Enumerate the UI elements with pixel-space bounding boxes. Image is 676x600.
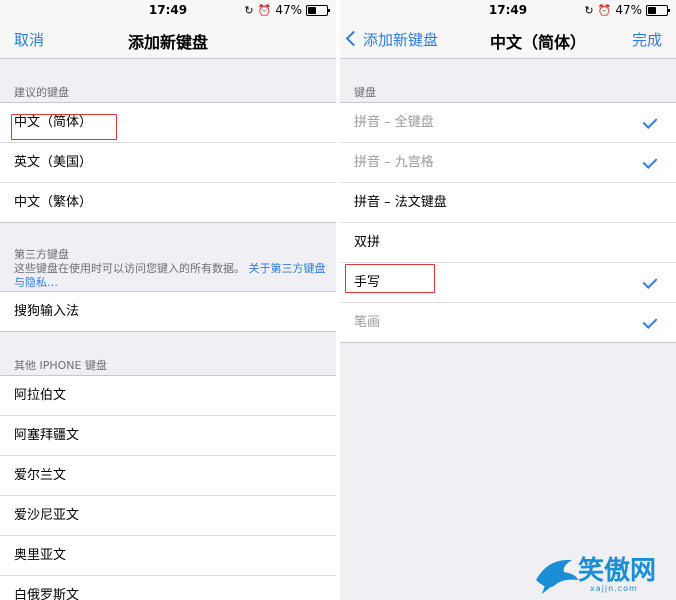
- checkmark-icon: [642, 274, 658, 289]
- checkmark-icon: [642, 314, 658, 329]
- checkmark-icon: [642, 114, 658, 129]
- third-party-keyboards-list: 搜狗输入法: [0, 291, 336, 332]
- chevron-left-icon: [345, 30, 362, 47]
- keyboard-item-english-us[interactable]: 英文（美国）: [0, 143, 336, 183]
- keyboard-layouts-list: 拼音 – 全键盘 拼音 – 九宫格 拼音 – 法文键盘 双拼 手写 笔画: [340, 102, 676, 343]
- keyboard-item-azerbaijani[interactable]: 阿塞拜疆文: [0, 416, 336, 456]
- add-keyboard-screen: 17:49 ↻ ⏰ 47% 取消 添加新键盘 建议的键盘 中文（简体） 英文（美…: [0, 0, 336, 600]
- battery-icon: [646, 4, 670, 16]
- keyboard-item-sogou[interactable]: 搜狗输入法: [0, 292, 336, 331]
- layout-item-stroke[interactable]: 笔画: [340, 303, 676, 342]
- battery-percent: 47%: [615, 3, 642, 17]
- keyboard-item-chinese-traditional[interactable]: 中文（繁体）: [0, 183, 336, 222]
- nav-bar: 取消 添加新键盘: [0, 20, 336, 59]
- keyboard-item-arabic[interactable]: 阿拉伯文: [0, 376, 336, 416]
- section-header-keyboards: 键盘: [354, 86, 376, 99]
- page-title: 中文（简体）: [489, 33, 586, 52]
- layout-item-pinyin-10key[interactable]: 拼音 – 九宫格: [340, 143, 676, 183]
- layout-item-shuangpin[interactable]: 双拼: [340, 223, 676, 263]
- section-header-third-party: 第三方键盘 这些键盘在使用时可以访问您键入的所有数据。 关于第三方键盘与隐私…: [14, 248, 326, 289]
- checkmark-icon: [642, 154, 658, 169]
- page-title: 添加新键盘: [127, 33, 208, 52]
- alarm-icon: ⏰: [597, 3, 612, 17]
- layout-item-pinyin-azerty[interactable]: 拼音 – 法文键盘: [340, 183, 676, 223]
- keyboard-item-estonian[interactable]: 爱沙尼亚文: [0, 496, 336, 536]
- rotation-lock-icon: ↻: [584, 3, 594, 17]
- highlight-box: [345, 264, 435, 293]
- watermark-logo: 笑傲网 xajjn.com: [532, 550, 672, 596]
- other-keyboards-list: 阿拉伯文 阿塞拜疆文 爱尔兰文 爱沙尼亚文 奥里亚文 白俄罗斯文: [0, 375, 336, 600]
- chinese-simplified-keyboard-screen: 17:49 ↻ ⏰ 47% 添加新键盘 中文（简体） 完成 键盘 拼音 – 全键…: [340, 0, 676, 600]
- watermark-brand: 笑傲网: [578, 556, 657, 586]
- status-bar: 17:49 ↻ ⏰ 47%: [0, 0, 336, 20]
- rotation-lock-icon: ↻: [244, 3, 254, 17]
- battery-icon: [306, 4, 330, 16]
- watermark-url: xajjn.com: [590, 584, 638, 593]
- third-party-description: 这些键盘在使用时可以访问您键入的所有数据。: [14, 262, 245, 275]
- shark-icon: [536, 559, 578, 594]
- back-button[interactable]: 添加新键盘: [345, 29, 438, 50]
- keyboard-item-belarusian[interactable]: 白俄罗斯文: [0, 576, 336, 600]
- keyboard-item-irish[interactable]: 爱尔兰文: [0, 456, 336, 496]
- status-bar: 17:49 ↻ ⏰ 47%: [340, 0, 676, 20]
- keyboard-item-oriya[interactable]: 奥里亚文: [0, 536, 336, 576]
- section-header-suggested: 建议的键盘: [14, 86, 69, 99]
- nav-bar: 添加新键盘 中文（简体） 完成: [340, 20, 676, 59]
- alarm-icon: ⏰: [257, 3, 272, 17]
- layout-item-pinyin-qwerty[interactable]: 拼音 – 全键盘: [340, 103, 676, 143]
- highlight-box: [11, 114, 117, 140]
- section-header-other: 其他 IPHONE 键盘: [14, 359, 107, 372]
- battery-percent: 47%: [275, 3, 302, 17]
- done-button[interactable]: 完成: [632, 29, 662, 50]
